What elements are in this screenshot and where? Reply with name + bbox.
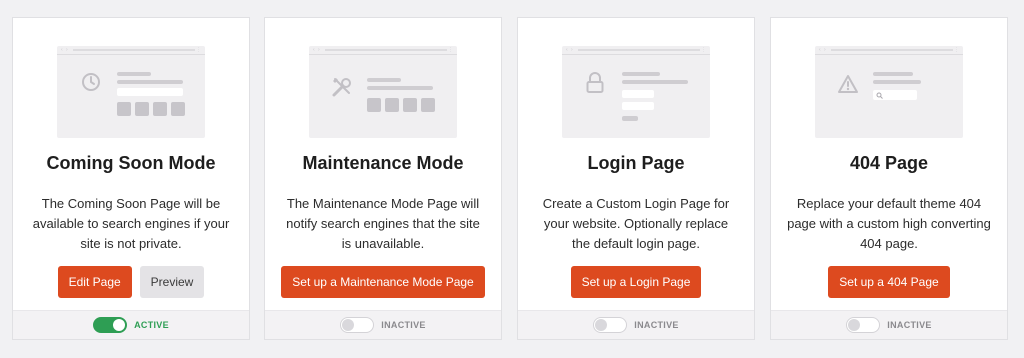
search-icon: [876, 92, 883, 99]
404-toggle[interactable]: [846, 317, 881, 333]
card-footer: INACTIVE: [771, 310, 1007, 339]
card-description: Replace your default theme 404 page with…: [787, 196, 991, 251]
card-description: The Maintenance Mode Page will notify se…: [286, 196, 480, 251]
card-footer: ACTIVE: [13, 310, 249, 339]
setup-maintenance-page-button[interactable]: Set up a Maintenance Mode Page: [281, 266, 485, 298]
status-label: INACTIVE: [381, 320, 426, 330]
login-toggle[interactable]: [593, 317, 628, 333]
card-404-page: ‹ › ⋮ 404 Page Replace your default theme…: [770, 17, 1008, 340]
login-illustration: ‹ › ⋮: [562, 46, 710, 138]
status-label: INACTIVE: [887, 320, 932, 330]
coming-soon-toggle[interactable]: [93, 317, 128, 333]
card-title: 404 Page: [849, 153, 929, 173]
404-illustration: ‹ › ⋮: [815, 46, 963, 138]
setup-404-page-button[interactable]: Set up a 404 Page: [828, 266, 950, 298]
card-login-page: ‹ › ⋮ Login Page Create a Custom Login Pa…: [517, 17, 755, 340]
card-description: The Coming Soon Page will be available t…: [32, 196, 230, 251]
lock-icon: [586, 72, 604, 93]
clock-icon: [82, 73, 100, 91]
maintenance-toggle[interactable]: [340, 317, 375, 333]
setup-login-page-button[interactable]: Set up a Login Page: [570, 266, 702, 298]
status-label: INACTIVE: [634, 320, 679, 330]
card-description: Create a Custom Login Page for your webs…: [542, 196, 730, 251]
card-title: Maintenance Mode: [302, 153, 464, 173]
status-label: ACTIVE: [134, 320, 169, 330]
card-footer: INACTIVE: [518, 310, 754, 339]
card-title: Coming Soon Mode: [46, 153, 216, 173]
edit-page-button[interactable]: Edit Page: [57, 266, 132, 298]
card-coming-soon: ‹ › ⋮ Coming Soon Mode The Coming Soon Pa…: [12, 17, 250, 340]
card-footer: INACTIVE: [265, 310, 501, 339]
coming-soon-illustration: ‹ › ⋮: [57, 46, 205, 138]
card-title: Login Page: [587, 153, 685, 173]
maintenance-illustration: ‹ › ⋮: [309, 46, 457, 138]
preview-button[interactable]: Preview: [139, 266, 205, 298]
tools-icon: [332, 78, 351, 97]
card-maintenance-mode: ‹ › ⋮ Maintenance Mode The Maintenance Mo…: [264, 17, 502, 340]
warning-icon: [838, 75, 858, 93]
